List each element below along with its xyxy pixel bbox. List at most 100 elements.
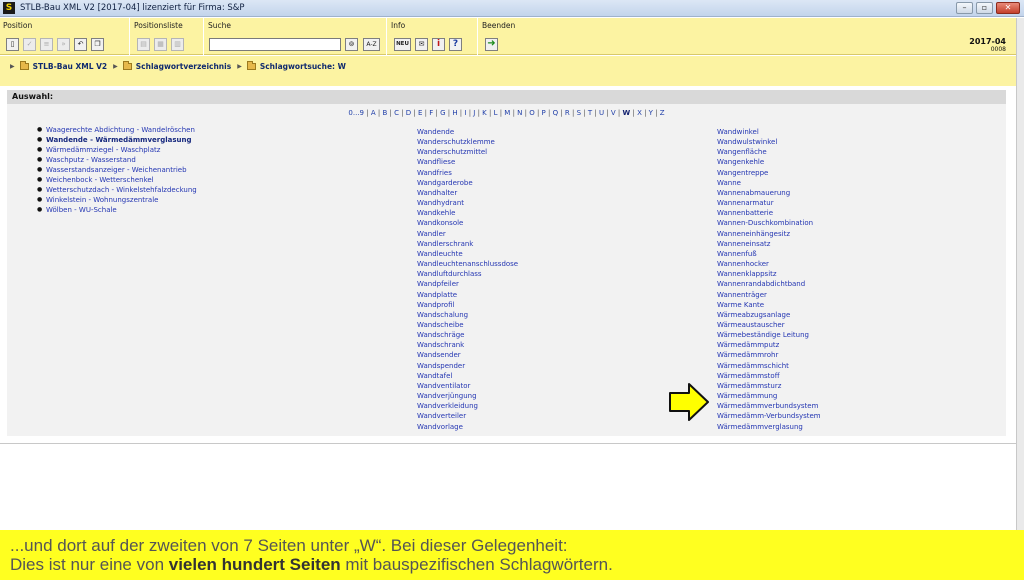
keyword-link[interactable]: Wanderschutzmittel bbox=[417, 147, 518, 157]
keyword-link[interactable]: Wanneneinhängesitz bbox=[717, 229, 821, 239]
keyword-link[interactable]: Wandhalter bbox=[417, 188, 518, 198]
keyword-link[interactable]: Wannenfuß bbox=[717, 249, 821, 259]
exit-icon[interactable]: ➜ bbox=[485, 38, 498, 51]
range-item[interactable]: Waagerechte Abdichtung - Wandelröschen bbox=[37, 125, 197, 135]
breadcrumb-item-schlagwortverzeichnis[interactable]: ▶ Schlagwortverzeichnis bbox=[113, 60, 231, 71]
keyword-link[interactable]: Wandfliese bbox=[417, 157, 518, 167]
keyword-link[interactable]: Wandluftdurchlass bbox=[417, 269, 518, 279]
keyword-link[interactable]: Wandschrank bbox=[417, 340, 518, 350]
keyword-link[interactable]: Wandlerschrank bbox=[417, 239, 518, 249]
undo-icon[interactable]: ↶ bbox=[74, 38, 87, 51]
keyword-link[interactable]: Wärmedämmrohr bbox=[717, 350, 821, 360]
keyword-link[interactable]: Wandler bbox=[417, 229, 518, 239]
keyword-link[interactable]: Wandprofil bbox=[417, 300, 518, 310]
minimize-button[interactable]: – bbox=[956, 2, 973, 14]
info-icon[interactable]: i bbox=[432, 38, 445, 51]
keyword-link[interactable]: Wandkehle bbox=[417, 208, 518, 218]
keyword-link[interactable]: Wandgarderobe bbox=[417, 178, 518, 188]
keyword-link[interactable]: Wandsender bbox=[417, 350, 518, 360]
keyword-link[interactable]: Wannen-Duschkombination bbox=[717, 218, 821, 228]
binoculars-icon[interactable]: ⊚ bbox=[345, 38, 358, 51]
keyword-link[interactable]: Wanne bbox=[717, 178, 821, 188]
keyword-link[interactable]: Wannenabmauerung bbox=[717, 188, 821, 198]
forward-icon[interactable]: » bbox=[57, 38, 70, 51]
keyword-link[interactable]: Wangenfläche bbox=[717, 147, 821, 157]
keyword-link[interactable]: Wandende bbox=[417, 127, 518, 137]
keyword-link[interactable]: Wandspender bbox=[417, 361, 518, 371]
keyword-link[interactable]: Wandtafel bbox=[417, 371, 518, 381]
search-input[interactable] bbox=[209, 38, 341, 51]
version-code: 0008 bbox=[990, 46, 1006, 53]
keyword-link[interactable]: Wangenkehle bbox=[717, 157, 821, 167]
list-export-icon[interactable]: ▥ bbox=[171, 38, 184, 51]
keyword-link[interactable]: Wärmedämmverbundsystem bbox=[717, 401, 821, 411]
keyword-link[interactable]: Wandschalung bbox=[417, 310, 518, 320]
range-item[interactable]: Weichenbock - Wetterschenkel bbox=[37, 175, 197, 185]
keyword-link[interactable]: Wärmedämmsturz bbox=[717, 381, 821, 391]
keyword-link[interactable]: Wärmedämmstoff bbox=[717, 371, 821, 381]
range-item[interactable]: Wandende - Wärmedämmverglasung bbox=[37, 135, 197, 145]
keyword-link[interactable]: Wärmedämmverglasung bbox=[717, 422, 821, 432]
range-item[interactable]: Wasserstandsanzeiger - Weichenantrieb bbox=[37, 165, 197, 175]
check-icon[interactable]: ✓ bbox=[23, 38, 36, 51]
keyword-link[interactable]: Wandplatte bbox=[417, 290, 518, 300]
keyword-link[interactable]: Wärmedämmputz bbox=[717, 340, 821, 350]
keyword-link[interactable]: Wandwulstwinkel bbox=[717, 137, 821, 147]
close-button[interactable]: ✕ bbox=[996, 2, 1020, 14]
keyword-link[interactable]: Wandscheibe bbox=[417, 320, 518, 330]
breadcrumb-item-schlagwortsuche[interactable]: ▶ Schlagwortsuche: W bbox=[237, 60, 346, 71]
new-items-button[interactable]: NEU bbox=[394, 38, 411, 51]
keyword-link[interactable]: Wannenarmatur bbox=[717, 198, 821, 208]
keyword-link[interactable]: Wandverteiler bbox=[417, 411, 518, 421]
keyword-column-1: Wandende Wanderschutzklemme Wanderschutzmi… bbox=[417, 127, 518, 432]
list-open-icon[interactable]: ▤ bbox=[137, 38, 150, 51]
mail-icon[interactable]: ✉ bbox=[415, 38, 428, 51]
keyword-link[interactable]: Wandwinkel bbox=[717, 127, 821, 137]
keyword-link[interactable]: Wannenbatterie bbox=[717, 208, 821, 218]
range-item[interactable]: Wärmedämmziegel - Waschplatz bbox=[37, 145, 197, 155]
range-item[interactable]: Wölben - WU-Schale bbox=[37, 205, 197, 215]
keyword-link[interactable]: Wangentreppe bbox=[717, 168, 821, 178]
keyword-link[interactable]: Wandfries bbox=[417, 168, 518, 178]
range-item[interactable]: Wetterschutzdach - Winkelstehfalzdeckung bbox=[37, 185, 197, 195]
keyword-link[interactable]: Wanderschutzklemme bbox=[417, 137, 518, 147]
list-edit-icon[interactable]: ▦ bbox=[154, 38, 167, 51]
keyword-link[interactable]: Wärmedämm-Verbundsystem bbox=[717, 411, 821, 421]
app-logo-icon: S bbox=[3, 2, 15, 14]
keyword-link[interactable]: Wannenhocker bbox=[717, 259, 821, 269]
toolbar-group-info: Info NEU ✉ i ? bbox=[388, 18, 478, 55]
range-item[interactable]: Winkelstein - Wohnungszentrale bbox=[37, 195, 197, 205]
alphabet-separator: | bbox=[545, 109, 553, 117]
keyword-link[interactable]: Wandpfeiler bbox=[417, 279, 518, 289]
keyword-link[interactable]: Wannenklappsitz bbox=[717, 269, 821, 279]
keyword-link[interactable]: Wanneneinsatz bbox=[717, 239, 821, 249]
new-document-icon[interactable]: ▯ bbox=[6, 38, 19, 51]
alphabet-letter-link[interactable]: Z bbox=[660, 109, 665, 117]
keyword-link[interactable]: Wannenrandabdichtband bbox=[717, 279, 821, 289]
keyword-link[interactable]: Wandvorlage bbox=[417, 422, 518, 432]
keyword-link[interactable]: Wandleuchtenanschlussdose bbox=[417, 259, 518, 269]
maximize-button[interactable]: ▫ bbox=[976, 2, 993, 14]
keyword-link[interactable]: Warme Kante bbox=[717, 300, 821, 310]
keyword-link[interactable]: Wärmebeständige Leitung bbox=[717, 330, 821, 340]
help-icon[interactable]: ? bbox=[449, 38, 462, 51]
vertical-scrollbar[interactable] bbox=[1016, 18, 1024, 530]
keyword-link[interactable]: Wandkonsole bbox=[417, 218, 518, 228]
copy-icon[interactable]: ❐ bbox=[91, 38, 104, 51]
keyword-link[interactable]: Wandschräge bbox=[417, 330, 518, 340]
range-item[interactable]: Waschputz - Wasserstand bbox=[37, 155, 197, 165]
keyword-link[interactable]: Wandleuchte bbox=[417, 249, 518, 259]
keyword-link[interactable]: Wandhydrant bbox=[417, 198, 518, 208]
keyword-link[interactable]: Wärmeaustauscher bbox=[717, 320, 821, 330]
keyword-link[interactable]: Wannenträger bbox=[717, 290, 821, 300]
keyword-link[interactable]: Wärmedämmschicht bbox=[717, 361, 821, 371]
list-icon[interactable]: ≡ bbox=[40, 38, 53, 51]
keyword-link[interactable]: Wandverkleidung bbox=[417, 401, 518, 411]
keyword-link[interactable]: Wandverjüngung bbox=[417, 391, 518, 401]
keyword-link[interactable]: Wandventilator bbox=[417, 381, 518, 391]
alphabet-letter-link[interactable]: 0...9 bbox=[348, 109, 364, 117]
breadcrumb-item-stlb[interactable]: ▶ STLB-Bau XML V2 bbox=[10, 60, 107, 71]
keyword-link[interactable]: Wärmeabzugsanlage bbox=[717, 310, 821, 320]
keyword-link[interactable]: Wärmedämmung bbox=[717, 391, 821, 401]
az-sort-button[interactable]: A-Z bbox=[363, 38, 380, 51]
